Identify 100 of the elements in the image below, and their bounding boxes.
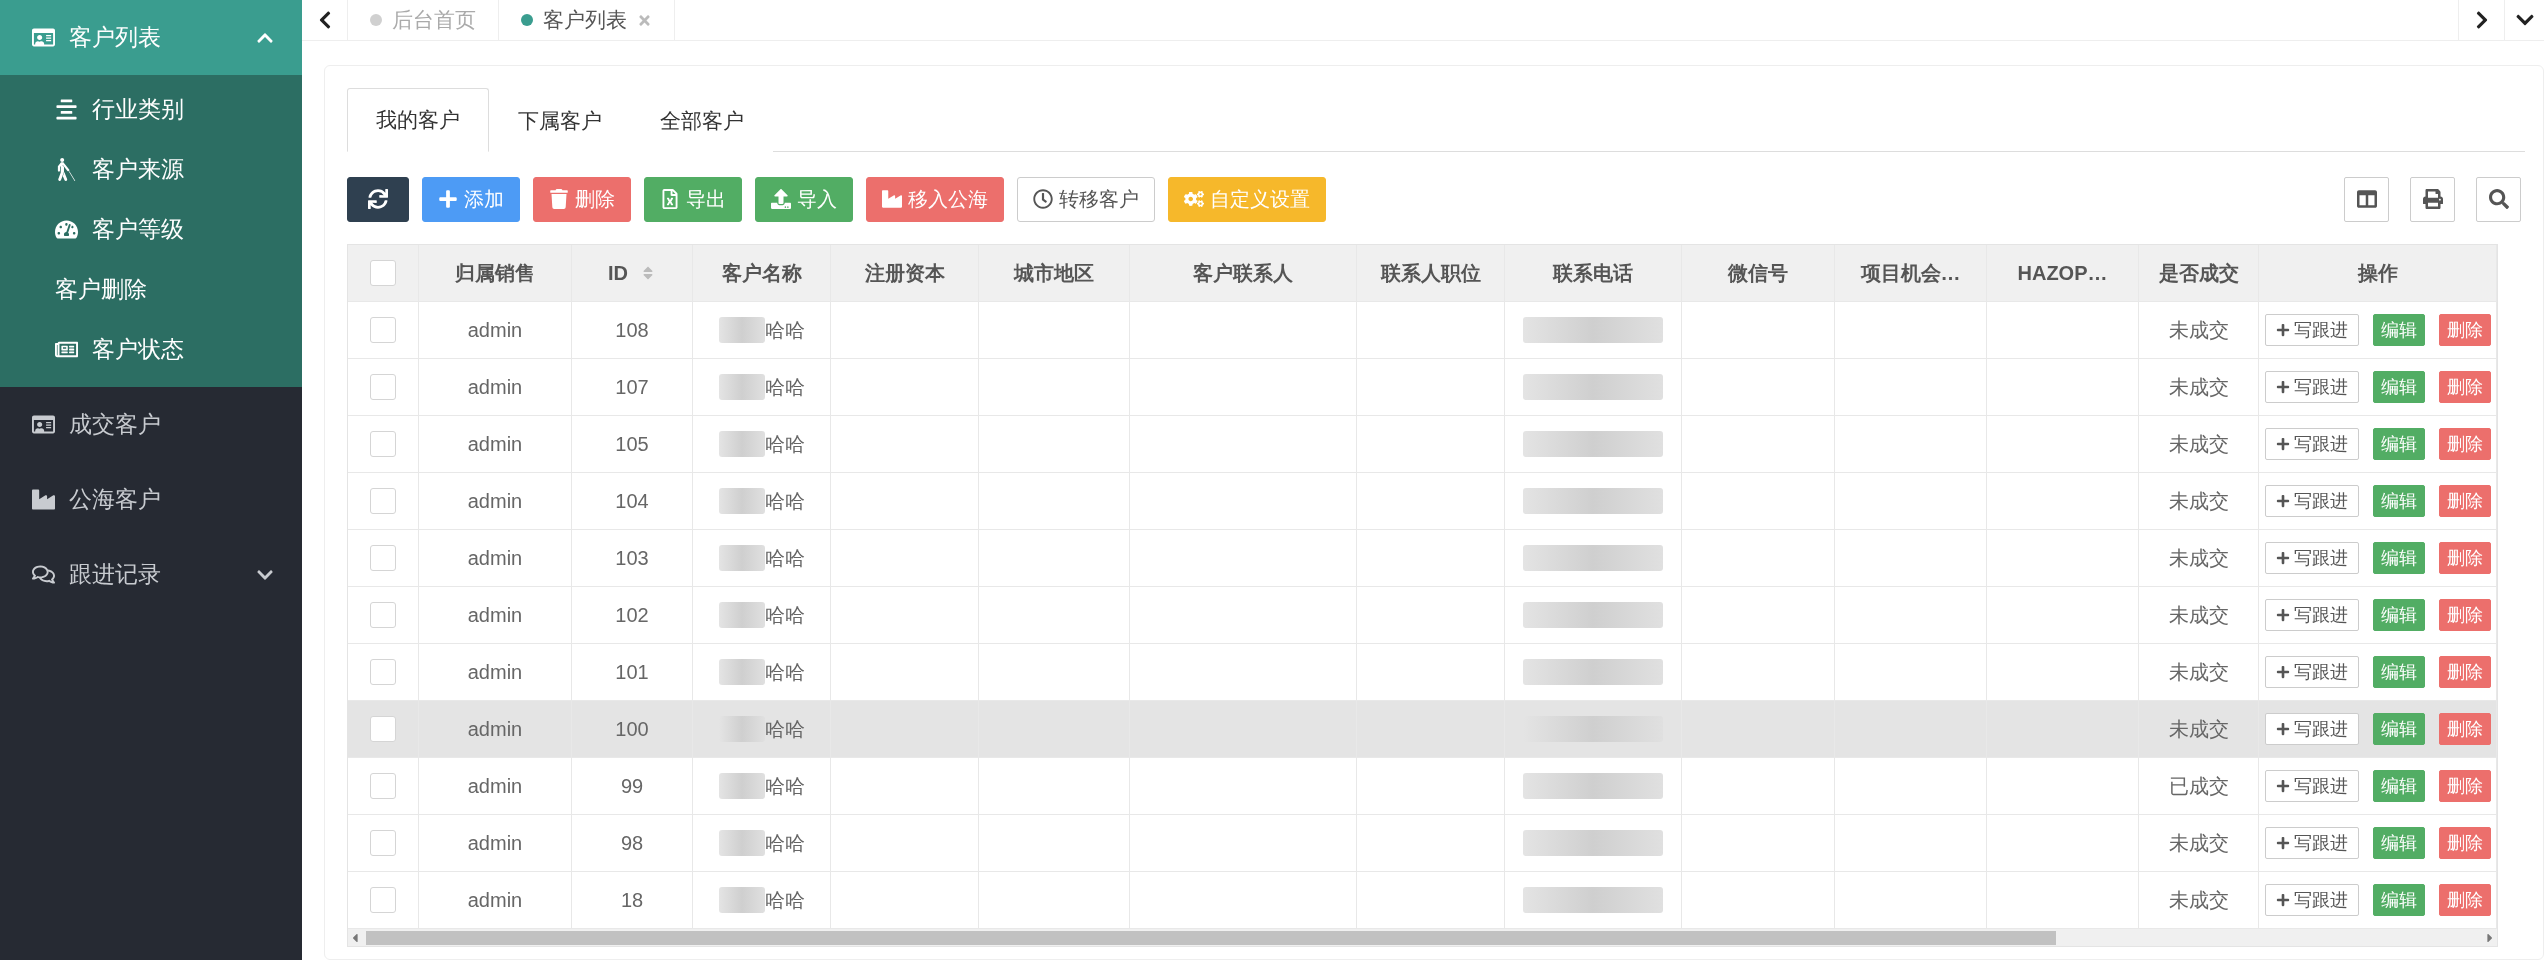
printer-icon (2422, 189, 2443, 209)
table-cell: admin (419, 872, 572, 928)
follow-up-button[interactable]: 写跟进 (2264, 599, 2359, 631)
table-cell: 102 (572, 587, 693, 643)
button-icon (1033, 189, 1053, 209)
row-checkbox[interactable] (370, 317, 396, 343)
delete-button[interactable]: 删除 (2438, 314, 2491, 346)
refresh-button[interactable] (347, 176, 409, 222)
customer-name: 哈哈 (764, 602, 805, 628)
follow-up-button[interactable]: 写跟进 (2264, 770, 2359, 802)
row-checkbox[interactable] (370, 602, 396, 628)
plus-icon (2275, 779, 2290, 793)
scrollbar-thumb[interactable] (366, 930, 2056, 945)
delete-button[interactable]: 删除 (2438, 656, 2491, 688)
sidebar-item[interactable]: 客户列表 (0, 0, 302, 75)
table-cell: admin (419, 416, 572, 472)
sidebar-item[interactable]: 跟进记录 (0, 537, 302, 612)
close-icon[interactable] (637, 12, 652, 28)
button-icon (882, 189, 902, 209)
table-cell: 107 (572, 359, 693, 415)
row-checkbox[interactable] (370, 431, 396, 457)
menu-icon (55, 157, 78, 181)
status-dot (370, 14, 382, 26)
table-cell: 未成交 (2139, 359, 2259, 415)
delete-button[interactable]: 删除 (2438, 542, 2491, 574)
toolbar-button[interactable]: 自定义设置 (1168, 176, 1326, 222)
toolbar-button[interactable]: 移入公海 (866, 176, 1004, 222)
delete-button[interactable]: 删除 (2438, 770, 2491, 802)
table-cell: admin (419, 758, 572, 814)
select-all-checkbox[interactable] (370, 260, 396, 286)
toolbar-button[interactable]: 删除 (533, 176, 631, 222)
delete-button[interactable]: 删除 (2438, 485, 2491, 517)
follow-up-button[interactable]: 写跟进 (2264, 542, 2359, 574)
edit-button[interactable]: 编辑 (2372, 428, 2425, 460)
submenu-item[interactable]: 客户来源 (0, 139, 302, 199)
submenu-item[interactable]: 客户等级 (0, 199, 302, 259)
search-button[interactable] (2476, 176, 2521, 222)
edit-button[interactable]: 编辑 (2372, 542, 2425, 574)
follow-up-button[interactable]: 写跟进 (2264, 713, 2359, 745)
row-checkbox[interactable] (370, 773, 396, 799)
customer-name: 哈哈 (764, 374, 805, 400)
blurred-text (718, 830, 765, 856)
edit-button[interactable]: 编辑 (2372, 713, 2425, 745)
row-checkbox[interactable] (370, 374, 396, 400)
header-label: 微信号 (1728, 260, 1788, 286)
table-cell: 未成交 (2139, 872, 2259, 928)
row-checkbox[interactable] (370, 659, 396, 685)
follow-up-button[interactable]: 写跟进 (2264, 656, 2359, 688)
toolbar-button[interactable]: 导出 (644, 176, 742, 222)
toolbar-button[interactable]: 添加 (422, 176, 520, 222)
follow-up-button[interactable]: 写跟进 (2264, 314, 2359, 346)
delete-button[interactable]: 删除 (2438, 371, 2491, 403)
toolbar-button[interactable]: 转移客户 (1017, 176, 1155, 222)
delete-button[interactable]: 删除 (2438, 827, 2491, 859)
blurred-text (718, 488, 765, 514)
tab-label: 客户列表 (543, 7, 627, 33)
follow-up-button[interactable]: 写跟进 (2264, 485, 2359, 517)
submenu-item[interactable]: 客户状态 (0, 319, 302, 379)
edit-button[interactable]: 编辑 (2372, 827, 2425, 859)
button-icon (660, 189, 680, 209)
row-checkbox[interactable] (370, 830, 396, 856)
submenu-item[interactable]: 行业类别 (0, 79, 302, 139)
toolbar-button[interactable]: 导入 (755, 176, 853, 222)
horizontal-scrollbar[interactable] (348, 929, 2497, 946)
columns-button[interactable] (2344, 176, 2389, 222)
edit-button[interactable]: 编辑 (2372, 371, 2425, 403)
sidebar-item[interactable]: 公海客户 (0, 462, 302, 537)
row-checkbox[interactable] (370, 716, 396, 742)
delete-button[interactable]: 删除 (2438, 599, 2491, 631)
page-tab[interactable]: 后台首页 (348, 0, 499, 40)
edit-button[interactable]: 编辑 (2372, 485, 2425, 517)
table-cell: 101 (572, 644, 693, 700)
submenu-item[interactable]: 客户删除 (0, 259, 302, 319)
edit-button[interactable]: 编辑 (2372, 599, 2425, 631)
follow-up-button[interactable]: 写跟进 (2264, 884, 2359, 916)
edit-button[interactable]: 编辑 (2372, 770, 2425, 802)
row-checkbox[interactable] (370, 488, 396, 514)
blurred-text (718, 431, 765, 457)
print-button[interactable] (2410, 176, 2455, 222)
plus-icon (2275, 323, 2290, 337)
column-header[interactable]: ID (572, 245, 693, 301)
edit-button[interactable]: 编辑 (2372, 314, 2425, 346)
delete-button[interactable]: 删除 (2438, 428, 2491, 460)
follow-up-button[interactable]: 写跟进 (2264, 371, 2359, 403)
page-tab[interactable]: 客户列表 (499, 0, 675, 40)
row-checkbox[interactable] (370, 887, 396, 913)
edit-button[interactable]: 编辑 (2372, 884, 2425, 916)
follow-up-button[interactable]: 写跟进 (2264, 827, 2359, 859)
content-tab[interactable]: 我的客户 (347, 88, 489, 152)
customer-name: 哈哈 (764, 716, 805, 742)
delete-button[interactable]: 删除 (2438, 884, 2491, 916)
delete-button[interactable]: 删除 (2438, 713, 2491, 745)
sidebar-item[interactable]: 成交客户 (0, 387, 302, 462)
edit-button[interactable]: 编辑 (2372, 656, 2425, 688)
row-checkbox[interactable] (370, 545, 396, 571)
header-label: 是否成交 (2158, 260, 2239, 286)
header-label: 客户名称 (721, 260, 802, 286)
follow-up-button[interactable]: 写跟进 (2264, 428, 2359, 460)
table-cell: 104 (572, 473, 693, 529)
customer-name: 哈哈 (764, 887, 805, 913)
